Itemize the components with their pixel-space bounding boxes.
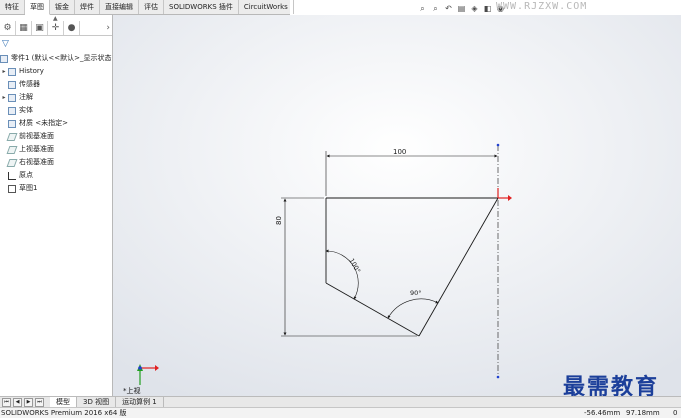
tree-item-label: 传感器 xyxy=(19,80,40,88)
tree-item-label: History xyxy=(19,67,44,75)
plane-icon xyxy=(6,158,18,167)
viewport-background xyxy=(113,15,681,396)
command-tab[interactable]: CircuitWorks xyxy=(239,0,294,14)
filter-icon[interactable]: ▽ xyxy=(2,39,9,49)
plane-icon xyxy=(6,145,18,154)
tree-root[interactable]: 零件1 (默认<<默认>_显示状态 xyxy=(0,52,112,65)
command-tab[interactable]: 焊件 xyxy=(75,0,100,14)
centerline-endpoint-top[interactable] xyxy=(496,143,500,147)
command-manager-tabs: 特征 草图 钣金 焊件 直接编辑 评估 SOLIDWORKS 插件 CircuitWorks xyxy=(0,0,294,15)
expand-arrow-icon[interactable]: ▸ xyxy=(0,91,8,104)
bottom-tab[interactable]: 模型 xyxy=(50,397,77,407)
tree-item-label: 材质 <未指定> xyxy=(19,119,68,127)
tree-item-label: 原点 xyxy=(19,171,33,179)
bottom-tab-bar: ⏮ ◀ ▶ ⏭ 模型 3D 视图 运动算例 1 xyxy=(0,396,681,407)
solid-body-icon xyxy=(8,106,16,115)
dimension-vertical-label[interactable]: 80 xyxy=(275,216,283,225)
previous-view-icon[interactable]: ↶ xyxy=(444,4,453,13)
tree-root-label: 零件1 (默认<<默认>_显示状态 xyxy=(11,54,112,62)
prev-tab-icon[interactable]: ◀ xyxy=(13,397,22,407)
material-icon xyxy=(8,119,16,128)
display-manager-tab-icon[interactable]: ● xyxy=(64,21,80,35)
feature-manager-tab-icon[interactable]: ⚙ xyxy=(0,21,16,35)
tree-item[interactable]: 草图1 xyxy=(0,182,112,195)
annotation-icon xyxy=(8,93,16,102)
command-tab[interactable]: SOLIDWORKS 插件 xyxy=(164,0,239,14)
command-tab[interactable]: 特征 xyxy=(0,0,25,14)
plane-icon xyxy=(6,132,18,141)
tree-item[interactable]: 传感器 xyxy=(0,78,112,91)
tree-item[interactable]: 原点 xyxy=(0,169,112,182)
sketch-canvas[interactable]: 100 80 100° 90° xyxy=(113,15,681,396)
tree-item-label: 注解 xyxy=(19,93,33,101)
view-orientation-icon[interactable]: ◈ xyxy=(470,4,479,13)
last-tab-icon[interactable]: ⏭ xyxy=(35,397,44,407)
display-style-icon[interactable]: ◧ xyxy=(483,4,492,13)
graphics-area[interactable]: 100 80 100° 90° xyxy=(113,15,681,396)
next-tab-icon[interactable]: ▶ xyxy=(24,397,33,407)
section-view-icon[interactable]: ▤ xyxy=(457,4,466,13)
feature-tree: 零件1 (默认<<默认>_显示状态 ▸ History 传感器 ▸ 注解实体材质 <未指… xyxy=(0,52,112,195)
tree-item[interactable]: 右视基准面 xyxy=(0,156,112,169)
tree-item[interactable]: 材质 <未指定> xyxy=(0,117,112,130)
centerline-endpoint-bottom[interactable] xyxy=(496,375,500,379)
feature-manager-panel: ▲ ⚙ ▦ ▣ ✛ ● › ▽ 零件1 (默认<<默认>_显示状态 ▸ Histo… xyxy=(0,15,113,396)
command-tab[interactable]: 直接编辑 xyxy=(100,0,139,14)
expand-arrow-icon[interactable]: ▸ xyxy=(0,65,8,78)
tree-item-label: 前视基准面 xyxy=(19,132,54,140)
part-icon xyxy=(0,54,8,63)
heads-up-toolbar: ⌕ ⌕ ↶ ▤ ◈ ◧ ◉ xyxy=(418,2,505,14)
tree-item[interactable]: ▸ History xyxy=(0,65,112,78)
tree-item[interactable]: 实体 xyxy=(0,104,112,117)
angle-dimension-2-label[interactable]: 90° xyxy=(410,289,422,297)
dimxpert-tab-icon[interactable]: ✛ xyxy=(48,21,64,35)
sensor-icon xyxy=(8,80,16,89)
tree-item-label: 实体 xyxy=(19,106,33,114)
panel-tabs: ⚙ ▦ ▣ ✛ ● › xyxy=(0,21,112,36)
command-tab[interactable]: 草图 xyxy=(25,0,50,15)
property-manager-tab-icon[interactable]: ▦ xyxy=(16,21,32,35)
origin-icon xyxy=(8,171,16,180)
tree-item-label: 上视基准面 xyxy=(19,145,54,153)
site-watermark: WWW.RJZXW.COM xyxy=(496,1,588,12)
view-name-label: *上视 xyxy=(123,387,141,395)
bottom-tab[interactable]: 运动算例 1 xyxy=(116,397,164,407)
tree-item-label: 右视基准面 xyxy=(19,158,54,166)
history-icon xyxy=(8,67,16,76)
tree-item[interactable]: ▸ 注解 xyxy=(0,91,112,104)
bottom-tab[interactable]: 3D 视图 xyxy=(77,397,117,407)
tree-item[interactable]: 前视基准面 xyxy=(0,130,112,143)
status-bar: SOLIDWORKS Premium 2016 x64 版 -56.46mm 9… xyxy=(0,407,681,418)
configuration-manager-tab-icon[interactable]: ▣ xyxy=(32,21,48,35)
sketch-icon xyxy=(8,184,16,193)
first-tab-icon[interactable]: ⏮ xyxy=(2,397,11,407)
tree-item-label: 草图1 xyxy=(19,184,38,192)
zoom-fit-icon[interactable]: ⌕ xyxy=(418,4,427,13)
tree-item[interactable]: 上视基准面 xyxy=(0,143,112,156)
chevron-right-icon[interactable]: › xyxy=(106,21,110,35)
dimension-horizontal-label[interactable]: 100 xyxy=(393,148,406,156)
command-tab[interactable]: 评估 xyxy=(139,0,164,14)
zoom-area-icon[interactable]: ⌕ xyxy=(431,4,440,13)
command-tab[interactable]: 钣金 xyxy=(50,0,75,14)
